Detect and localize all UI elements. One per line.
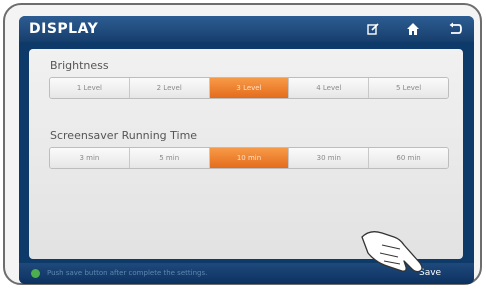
brightness-label: Brightness xyxy=(50,59,109,72)
screensaver-option[interactable]: 30 min xyxy=(289,148,370,168)
screensaver-option[interactable]: 3 min xyxy=(50,148,130,168)
screensaver-selector: 3 min 5 min 10 min 30 min 60 min xyxy=(49,147,449,169)
status-indicator-icon xyxy=(31,269,40,278)
hint-text: Push save button after complete the sett… xyxy=(47,269,208,277)
device-frame: DISPLAY Brightness 1 Level 2 Level 3 Lev… xyxy=(3,3,482,285)
brightness-option-selected[interactable]: 3 Level xyxy=(209,78,290,98)
page-title: DISPLAY xyxy=(29,21,99,37)
brightness-option[interactable]: 5 Level xyxy=(369,78,448,98)
screensaver-label: Screensaver Running Time xyxy=(50,129,198,142)
brightness-option[interactable]: 1 Level xyxy=(50,78,130,98)
home-icon[interactable] xyxy=(402,19,424,39)
back-icon[interactable] xyxy=(444,19,466,39)
screensaver-option[interactable]: 60 min xyxy=(369,148,448,168)
screensaver-option-selected[interactable]: 10 min xyxy=(209,148,290,168)
brightness-selector: 1 Level 2 Level 3 Level 4 Level 5 Level xyxy=(49,77,449,99)
screensaver-option[interactable]: 5 min xyxy=(129,148,210,168)
pointing-hand-icon xyxy=(361,231,423,273)
title-bar: DISPLAY xyxy=(19,16,474,42)
brightness-option[interactable]: 2 Level xyxy=(129,78,210,98)
edit-icon[interactable] xyxy=(362,19,384,39)
brightness-option[interactable]: 4 Level xyxy=(289,78,370,98)
